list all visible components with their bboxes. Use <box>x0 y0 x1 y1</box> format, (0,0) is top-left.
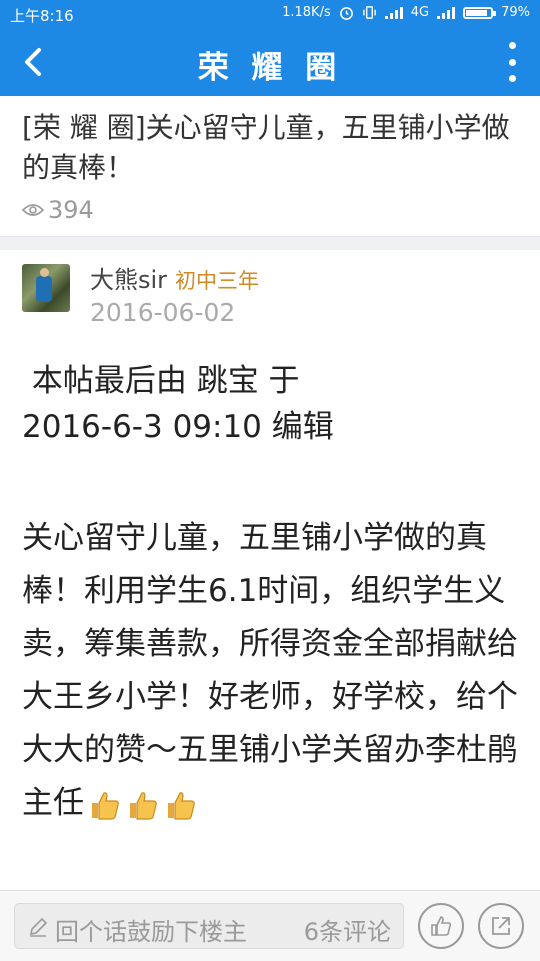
more-dot <box>508 75 516 82</box>
battery-icon <box>463 6 497 19</box>
author-grade: 初中三年 <box>175 269 260 293</box>
battery-percent: 79% <box>501 5 530 20</box>
pencil-icon <box>29 917 48 937</box>
author-line: 大熊sir 初中三年 <box>90 260 259 295</box>
post-card: 大熊sir 初中三年 2016-06-02 本帖最后由 跳宝 于 2016-6-… <box>0 250 540 890</box>
edit-note-line1: 本帖最后由 跳宝 于 <box>22 363 300 399</box>
signal-icon <box>384 6 403 19</box>
page-title: 荣 耀 圈 <box>197 50 343 86</box>
bottom-bar: 回个话鼓励下楼主 6条评论 <box>0 890 540 961</box>
eye-icon <box>22 204 44 216</box>
status-bar: 上午8:16 1.18K/s 4G 79% <box>0 0 540 28</box>
thumbs-up-icon <box>168 791 195 820</box>
net-speed: 1.18K/s <box>282 5 331 20</box>
vibrate-icon <box>362 6 376 19</box>
author-name[interactable]: 大熊sir <box>90 260 167 295</box>
view-count-value: 394 <box>48 196 94 224</box>
alarm-icon <box>339 7 353 20</box>
comment-count[interactable]: 6条评论 <box>304 912 391 947</box>
comment-input[interactable]: 回个话鼓励下楼主 6条评论 <box>14 903 404 949</box>
thumbs-emoji-group <box>88 788 198 822</box>
more-vertical-icon <box>508 42 516 49</box>
comment-placeholder: 回个话鼓励下楼主 <box>55 918 247 946</box>
view-count: 394 <box>22 196 94 224</box>
thumbs-up-outline-icon <box>431 916 452 936</box>
more-dot <box>508 58 516 66</box>
share-icon <box>492 917 510 935</box>
status-time: 上午8:16 <box>10 7 74 25</box>
edit-note-line2: 2016-6-3 09:10 编辑 <box>22 409 334 445</box>
post-body: 关心留守儿童，五里铺小学做的真棒！利用学生6.1时间，组织学生义卖，筹集善款，所… <box>22 512 522 830</box>
post-date: 2016-06-02 <box>90 298 236 327</box>
share-button[interactable] <box>478 903 524 949</box>
signal-icon-2 <box>437 6 456 19</box>
post-body-text: 关心留守儿童，五里铺小学做的真棒！利用学生6.1时间，组织学生义卖，筹集善款，所… <box>22 520 518 821</box>
status-right: 1.18K/s 4G 79% <box>282 5 530 20</box>
thumbs-up-icon <box>130 791 157 820</box>
thread-header: [荣 耀 圈]关心留守儿童，五里铺小学做的真棒！ 394 <box>0 96 540 236</box>
thread-title: [荣 耀 圈]关心留守儿童，五里铺小学做的真棒！ <box>22 111 510 184</box>
thumbs-up-icon <box>92 791 119 820</box>
edit-note: 本帖最后由 跳宝 于 2016-6-3 09:10 编辑 <box>22 358 522 450</box>
network-type: 4G <box>410 5 430 20</box>
app-bar: 荣 耀 圈 <box>0 28 540 96</box>
more-menu-button[interactable] <box>502 42 522 82</box>
avatar[interactable] <box>22 264 70 312</box>
section-divider <box>0 236 540 251</box>
like-button[interactable] <box>418 903 464 949</box>
